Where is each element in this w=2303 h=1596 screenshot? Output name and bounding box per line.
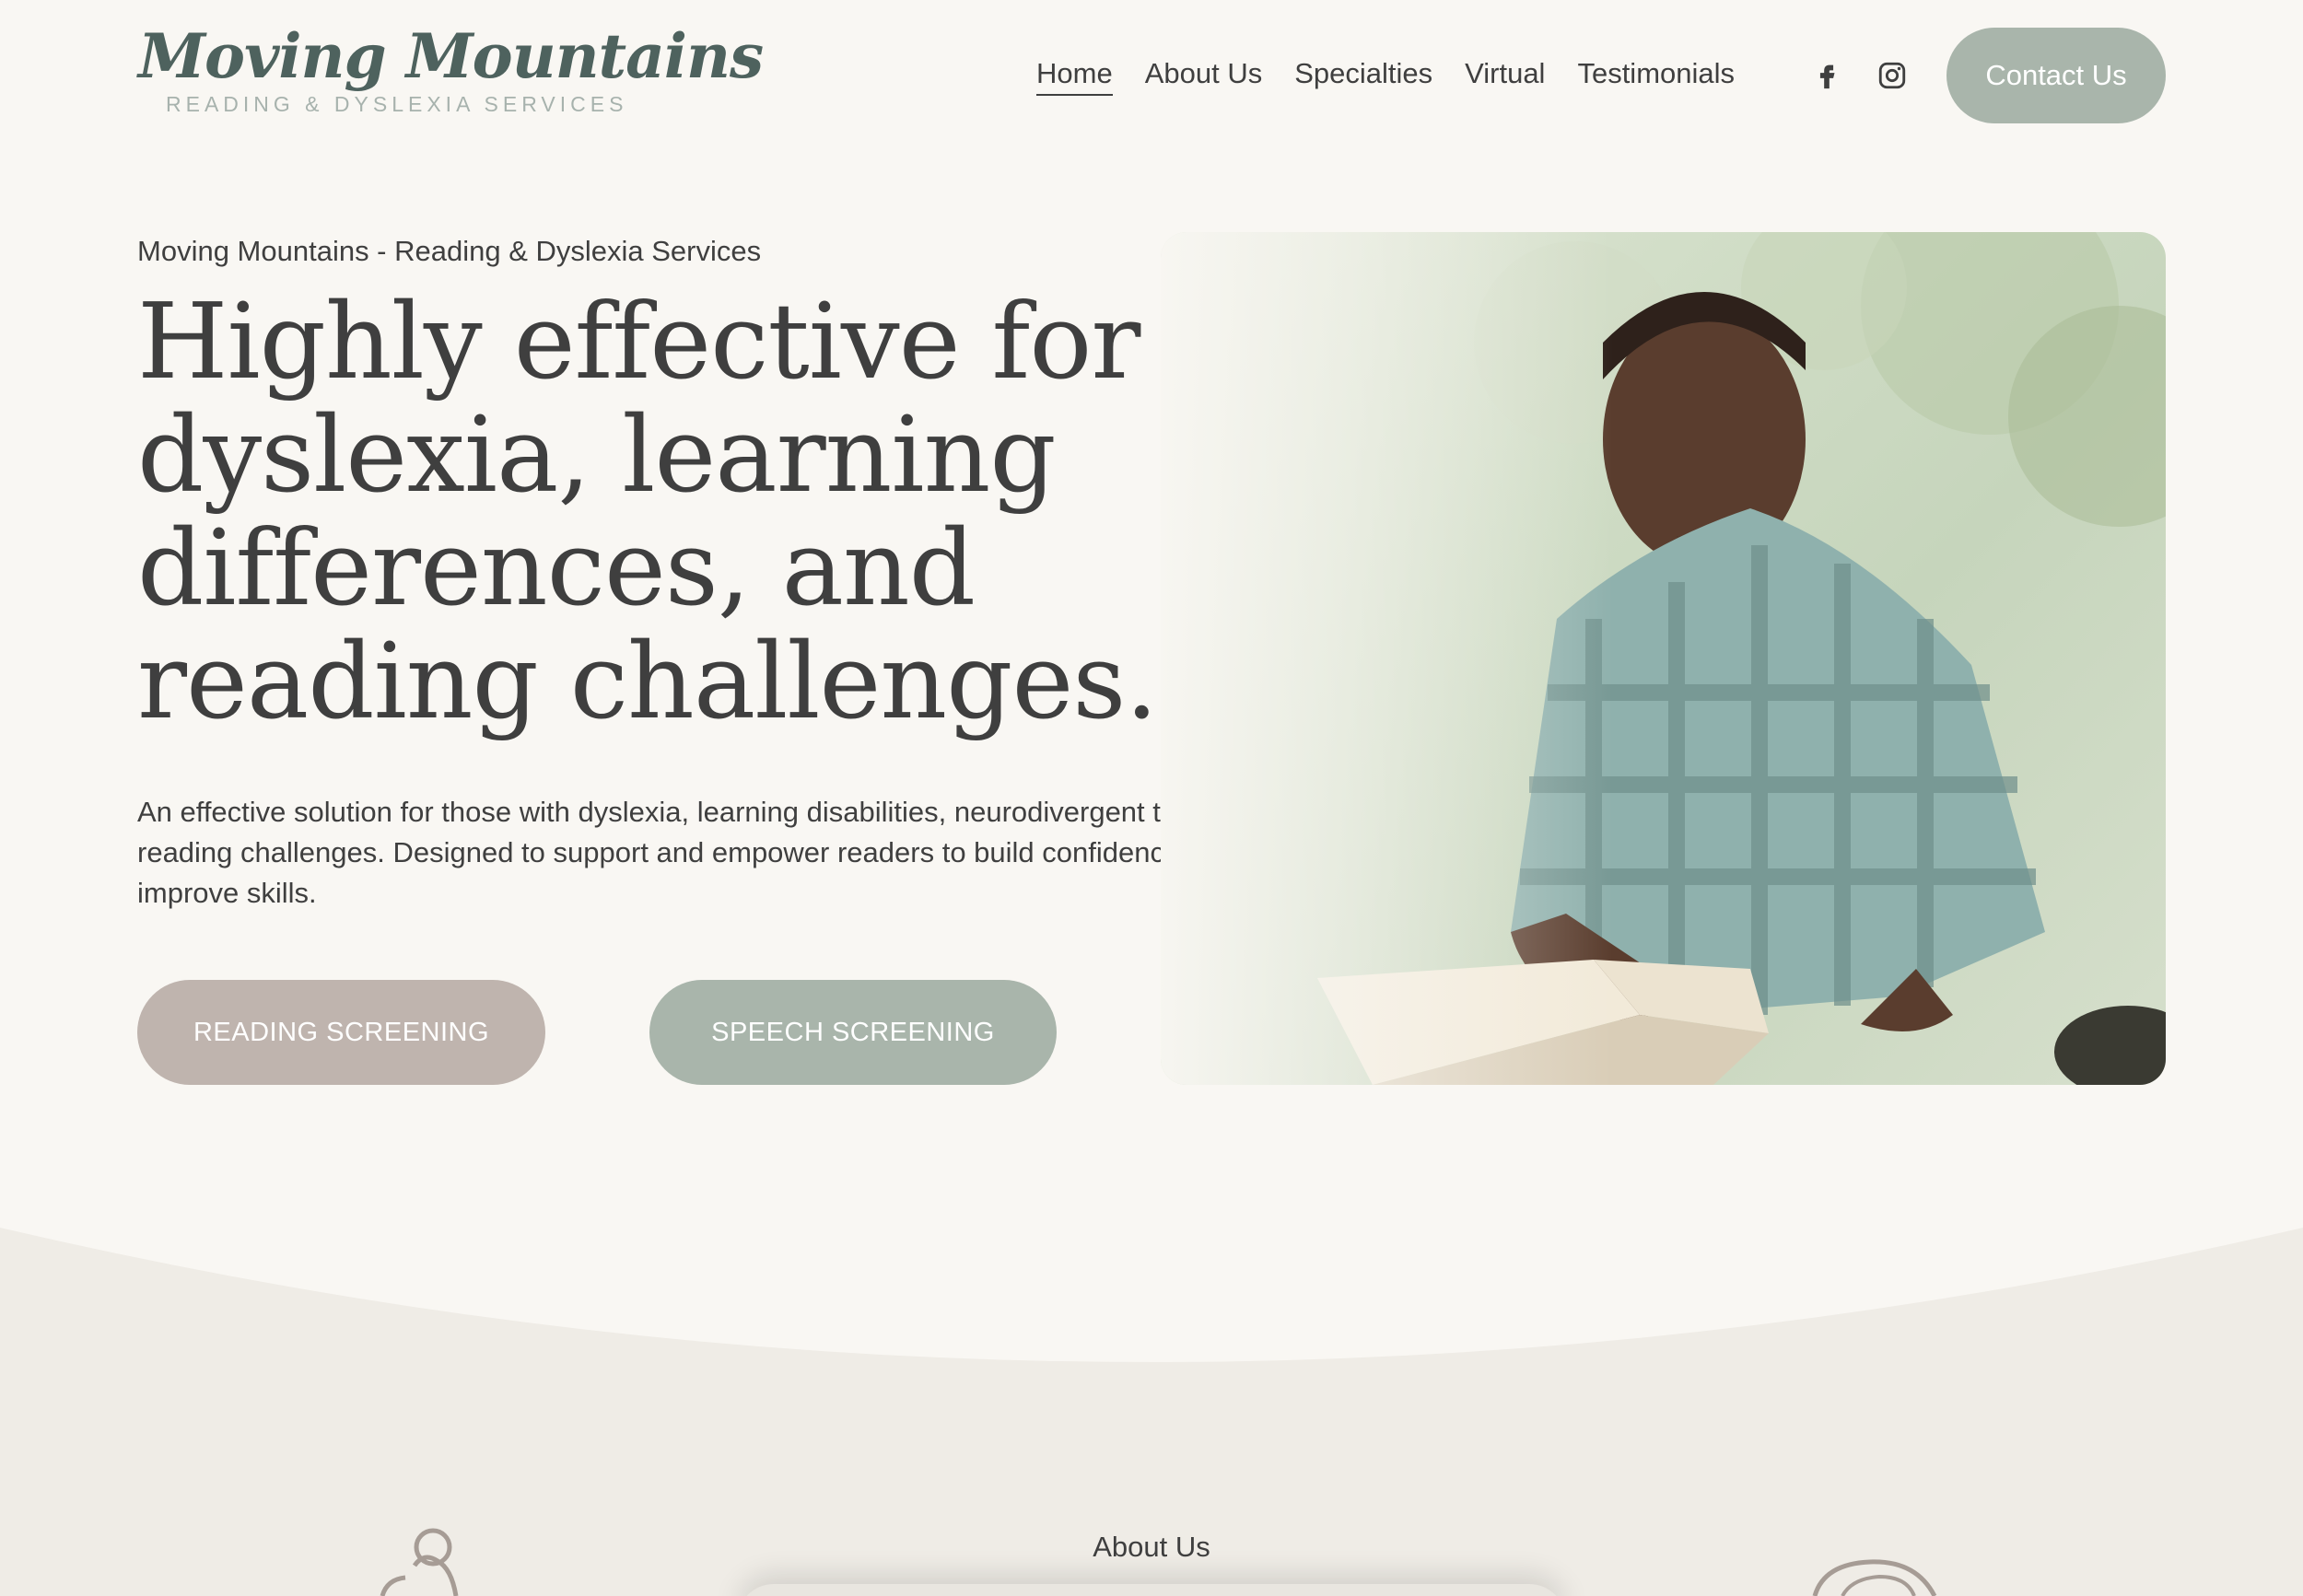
about-card-top <box>737 1584 1566 1596</box>
nav-home[interactable]: Home <box>1036 57 1113 96</box>
main-nav: Home About Us Specialties Virtual Testim… <box>1036 53 1767 99</box>
site-logo[interactable]: Moving Mountains READING & DYSLEXIA SERV… <box>138 20 764 122</box>
site-header: Moving Mountains READING & DYSLEXIA SERV… <box>0 0 2303 152</box>
reading-screening-button[interactable]: READING SCREENING <box>137 980 545 1085</box>
nav-testimonials[interactable]: Testimonials <box>1577 57 1735 96</box>
speech-screening-button[interactable]: SPEECH SCREENING <box>649 980 1057 1085</box>
logo-subtitle: READING & DYSLEXIA SERVICES <box>166 92 628 116</box>
instagram-icon[interactable] <box>1874 57 1911 94</box>
image-fade-overlay <box>1161 232 2166 1085</box>
about-us-section-label: About Us <box>1093 1531 1210 1563</box>
contact-us-button[interactable]: Contact Us <box>1946 28 2166 123</box>
hero-image-child-reading <box>1161 232 2166 1085</box>
hero-description: An effective solution for those with dys… <box>137 796 1257 909</box>
nav-specialties[interactable]: Specialties <box>1294 57 1432 96</box>
hero-eyebrow: Moving Mountains - Reading & Dyslexia Se… <box>137 235 762 267</box>
nav-about-us[interactable]: About Us <box>1145 57 1263 96</box>
logo-script-text: Moving Mountains <box>138 20 764 92</box>
hero-headline: Highly effective for dyslexia, learning … <box>137 281 1158 742</box>
nav-virtual[interactable]: Virtual <box>1465 57 1545 96</box>
facebook-icon[interactable] <box>1808 57 1845 94</box>
